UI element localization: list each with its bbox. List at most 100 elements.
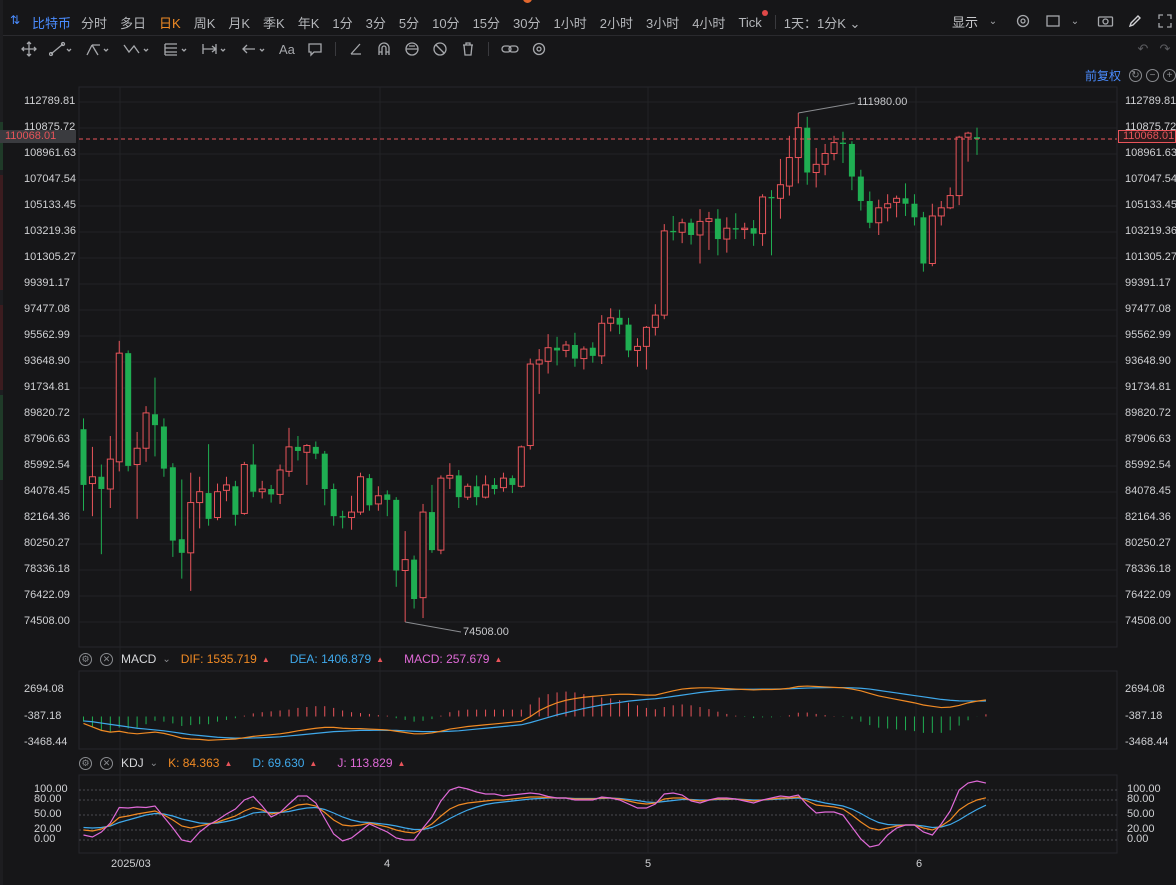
candle — [517, 445, 525, 488]
fib-icon[interactable] — [163, 40, 189, 58]
macd-settings-icon[interactable]: ⚙ — [79, 652, 92, 666]
price-tick-label: 112789.81 — [24, 95, 76, 107]
chevron-down-icon[interactable]: ⌄ — [162, 654, 170, 665]
fullscreen-icon[interactable] — [1154, 10, 1176, 32]
candle — [250, 444, 257, 498]
candle — [705, 211, 713, 250]
price-tick-label: 91734.81 — [1125, 381, 1171, 393]
candle — [499, 472, 507, 492]
kdj-close-icon[interactable]: ✕ — [100, 756, 113, 770]
lock-icon[interactable] — [404, 40, 420, 58]
candle — [393, 497, 400, 587]
price-tick-label: 107047.54 — [24, 172, 76, 185]
tab-timeframe[interactable]: 1小时 — [554, 13, 587, 32]
camera-icon[interactable] — [1094, 10, 1116, 32]
d-label: D: — [252, 756, 265, 770]
price-tick-label: 85992.54 — [1125, 459, 1171, 471]
display-menu[interactable]: 显示 — [952, 12, 978, 31]
j-value: 113.829 — [350, 756, 393, 770]
adjust-mode[interactable]: 前复权 — [1085, 67, 1121, 84]
tab-timeframe[interactable]: 季K — [263, 13, 285, 32]
tab-timeframe[interactable]: 日K — [159, 13, 181, 32]
tab-timeframe[interactable]: 3小时 — [646, 13, 679, 32]
hide-icon[interactable] — [432, 40, 448, 58]
candle — [384, 490, 391, 517]
drawing-settings-icon[interactable] — [531, 40, 547, 58]
kdj-name[interactable]: KDJ — [121, 756, 144, 770]
symbol-name[interactable]: 比特币 — [32, 13, 71, 32]
tab-timeframe[interactable]: 2小时 — [600, 13, 633, 32]
tab-timeframe[interactable]: 1分 — [332, 13, 352, 32]
macd-name[interactable]: MACD — [121, 652, 156, 666]
tab-timeframe[interactable]: 多日 — [120, 13, 146, 32]
tab-timeframe[interactable]: 10分 — [432, 13, 459, 32]
candle — [80, 418, 87, 511]
layout-chevron-icon[interactable]: ⌄ — [1064, 10, 1086, 32]
arrow-icon[interactable] — [241, 40, 267, 58]
price-tick-label: 84078.45 — [24, 485, 70, 497]
tab-timeframe[interactable]: Tick — [738, 9, 768, 30]
settings-icon[interactable] — [1012, 10, 1034, 32]
fork-icon[interactable] — [85, 40, 111, 58]
tab-timeframe[interactable]: 分时 — [81, 13, 107, 32]
price-tick-label: 85992.54 — [24, 459, 70, 471]
candle — [920, 211, 927, 272]
tab-timeframe[interactable]: 15分 — [473, 13, 500, 32]
price-tick-label: 101305.27 — [24, 250, 76, 263]
candle — [955, 135, 963, 206]
macd-histogram — [83, 691, 987, 733]
tab-timeframe[interactable]: 周K — [194, 13, 216, 32]
price-tick-label: 99391.17 — [1125, 277, 1171, 289]
price-tick-label: 89820.72 — [1125, 407, 1171, 419]
pen-icon[interactable] — [1124, 10, 1146, 32]
chevron-down-icon[interactable]: ⌄ — [150, 758, 158, 769]
low-leader-line — [405, 621, 462, 633]
price-tick-label: 91734.81 — [24, 381, 70, 393]
tab-timeframe[interactable]: 3分 — [366, 13, 386, 32]
tab-timeframe[interactable]: 30分 — [513, 13, 540, 32]
note-icon[interactable] — [307, 40, 323, 58]
macd-tick-label: -387.18 — [24, 709, 62, 722]
timeframe-mode[interactable]: 1天：1分K ⌄ — [784, 13, 861, 32]
k-label: K: — [168, 756, 180, 770]
tab-timeframe[interactable]: 年K — [298, 13, 320, 32]
candle — [240, 461, 248, 515]
crosshair-icon[interactable] — [21, 40, 37, 58]
candle — [750, 220, 757, 246]
refresh-icon[interactable]: ↻ — [1129, 68, 1142, 82]
candle — [133, 431, 141, 519]
zoom-out-icon[interactable]: − — [1146, 68, 1159, 82]
candle — [830, 135, 838, 161]
zoom-in-icon[interactable]: + — [1163, 68, 1176, 82]
candle — [356, 472, 364, 515]
undo-icon[interactable]: ↶ — [1132, 40, 1154, 58]
candle — [303, 444, 311, 485]
kdj-settings-icon[interactable]: ⚙ — [79, 756, 92, 770]
layout-icon[interactable] — [1042, 10, 1064, 32]
trash-icon[interactable] — [460, 40, 476, 58]
link-icon[interactable] — [501, 40, 519, 58]
candle — [428, 484, 435, 553]
price-tick-label: 95562.99 — [1125, 329, 1171, 341]
chevron-down-icon[interactable]: ⌄ — [982, 10, 1004, 32]
redo-icon[interactable]: ↷ — [1154, 40, 1176, 58]
trend-line-icon[interactable] — [49, 40, 73, 58]
magnet-icon[interactable] — [376, 40, 392, 58]
candle — [660, 224, 668, 320]
tab-timeframe[interactable]: 5分 — [399, 13, 419, 32]
kdj-tick-label: 80.00 — [34, 793, 62, 805]
price-tick-label: 78336.18 — [1125, 563, 1171, 575]
up-arrow-icon: ▲ — [376, 654, 385, 664]
macd-label: MACD: — [404, 652, 443, 666]
ruler-icon[interactable] — [348, 40, 364, 58]
macd-close-icon[interactable]: ✕ — [100, 652, 113, 666]
candle — [411, 555, 418, 609]
text-icon[interactable]: Aa — [279, 40, 295, 58]
range-icon[interactable] — [201, 40, 229, 58]
price-tick-label: 105133.45 — [24, 198, 76, 211]
tab-timeframe[interactable]: 月K — [228, 13, 250, 32]
candle — [651, 304, 659, 336]
up-arrow-icon: ▲ — [494, 654, 503, 664]
wave-icon[interactable] — [123, 40, 151, 58]
tab-timeframe[interactable]: 4小时 — [692, 13, 725, 32]
